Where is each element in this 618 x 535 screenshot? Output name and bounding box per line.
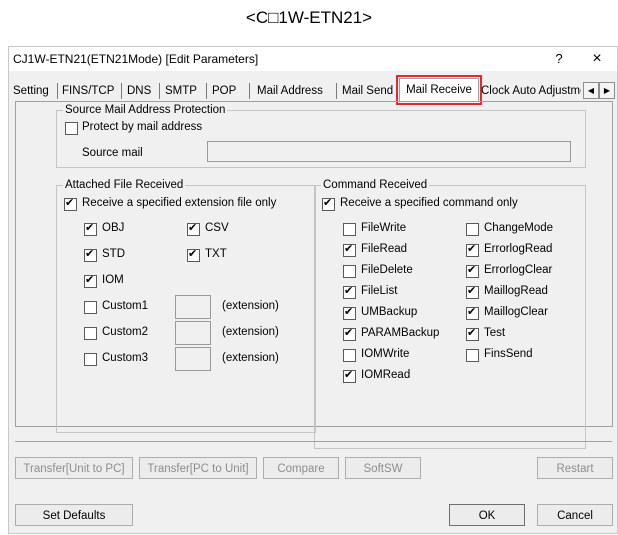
cmd-maillogclear-checkbox[interactable] xyxy=(466,305,479,320)
softsw-button[interactable]: SoftSW xyxy=(345,457,421,479)
cmd-filelist-checkbox[interactable] xyxy=(343,284,356,299)
extension-label: (extension) xyxy=(222,352,279,364)
cmd-errorlogread-checkbox[interactable] xyxy=(466,242,479,257)
help-button[interactable]: ? xyxy=(549,49,569,69)
cmd-iomwrite-label: IOMWrite xyxy=(361,348,410,360)
tab-setting[interactable]: Setting xyxy=(13,83,49,100)
tab-dns[interactable]: DNS xyxy=(127,83,151,100)
close-button[interactable]: × xyxy=(585,49,609,69)
tab-separator xyxy=(336,83,337,99)
cmd-finssend-label: FinsSend xyxy=(484,348,533,360)
ext-obj-checkbox[interactable] xyxy=(84,221,97,236)
ext-csv-checkbox[interactable] xyxy=(187,221,200,236)
tab-separator xyxy=(121,83,122,99)
tab-fins-tcp[interactable]: FINS/TCP xyxy=(62,83,114,100)
cmd-fileread-checkbox[interactable] xyxy=(343,242,356,257)
ext-std-checkbox[interactable] xyxy=(84,247,97,262)
set-defaults-button[interactable]: Set Defaults xyxy=(15,504,133,526)
cmd-changemode-checkbox[interactable] xyxy=(466,223,479,236)
window-title: CJ1W-ETN21(ETN21Mode) [Edit Parameters] xyxy=(13,52,259,66)
cmd-iomwrite-checkbox[interactable] xyxy=(343,349,356,362)
protect-by-mail-label: Protect by mail address xyxy=(82,121,203,133)
custom3-label: Custom3 xyxy=(102,352,149,364)
compare-button[interactable]: Compare xyxy=(263,457,339,479)
cmd-filewrite-checkbox[interactable] xyxy=(343,223,356,236)
title-bar: CJ1W-ETN21(ETN21Mode) [Edit Parameters] … xyxy=(9,47,617,71)
group-title: Command Received xyxy=(321,179,430,191)
cmd-parambackup-label: PARAMBackup xyxy=(361,327,440,339)
custom1-checkbox[interactable] xyxy=(84,301,97,314)
tab-mail-send[interactable]: Mail Send xyxy=(342,83,393,100)
cmd-errorlogclear-label: ErrorlogClear xyxy=(484,264,553,276)
tab-separator xyxy=(206,83,207,99)
tab-scroll-right-button[interactable]: ▶ xyxy=(599,82,615,99)
receive-command-only-checkbox[interactable] xyxy=(322,196,335,211)
cmd-fileread-label: FileRead xyxy=(361,243,408,255)
extension-label: (extension) xyxy=(222,300,279,312)
custom3-extension-field[interactable] xyxy=(175,347,211,371)
transfer-unit-to-pc-button[interactable]: Transfer[Unit to PC] xyxy=(15,457,133,479)
restart-button[interactable]: Restart xyxy=(537,457,613,479)
cmd-parambackup-checkbox[interactable] xyxy=(343,326,356,341)
cmd-errorlogread-label: ErrorlogRead xyxy=(484,243,553,255)
ext-txt-label: TXT xyxy=(205,248,227,260)
cmd-iomread-checkbox[interactable] xyxy=(343,368,356,383)
cmd-maillogclear-label: MaillogClear xyxy=(484,306,548,318)
ext-txt-checkbox[interactable] xyxy=(187,247,200,262)
tab-mail-address[interactable]: Mail Address xyxy=(257,83,323,100)
extension-label: (extension) xyxy=(222,326,279,338)
tab-separator xyxy=(57,83,58,99)
receive-command-only-label: Receive a specified command only xyxy=(340,197,518,209)
custom1-extension-field[interactable] xyxy=(175,295,211,319)
protect-by-mail-checkbox[interactable] xyxy=(65,122,78,135)
tab-scroll-left-button[interactable]: ◀ xyxy=(583,82,599,99)
custom2-label: Custom2 xyxy=(102,326,149,338)
ext-iom-checkbox[interactable] xyxy=(84,273,97,288)
edit-parameters-dialog: CJ1W-ETN21(ETN21Mode) [Edit Parameters] … xyxy=(8,46,618,534)
cmd-umbackup-label: UMBackup xyxy=(361,306,418,318)
ext-iom-label: IOM xyxy=(102,274,124,286)
receive-extension-only-label: Receive a specified extension file only xyxy=(82,197,277,209)
group-title: Attached File Received xyxy=(63,179,186,191)
cancel-button[interactable]: Cancel xyxy=(537,504,613,526)
cmd-finssend-checkbox[interactable] xyxy=(466,349,479,362)
tab-panel: Source Mail Address Protection Protect b… xyxy=(15,101,613,449)
cmd-test-checkbox[interactable] xyxy=(466,326,479,341)
tab-clock-auto-adjustment[interactable]: Clock Auto Adjustme xyxy=(481,83,581,100)
cmd-errorlogclear-checkbox[interactable] xyxy=(466,263,479,278)
ext-csv-label: CSV xyxy=(205,222,229,234)
divider xyxy=(15,441,612,442)
cmd-iomread-label: IOMRead xyxy=(361,369,411,381)
cmd-test-label: Test xyxy=(484,327,506,339)
tab-smtp[interactable]: SMTP xyxy=(165,83,197,100)
custom2-extension-field[interactable] xyxy=(175,321,211,345)
source-mail-label: Source mail xyxy=(82,147,143,159)
tab-pop[interactable]: POP xyxy=(212,83,236,100)
source-mail-field[interactable] xyxy=(207,141,571,162)
figure-caption: <C□1W-ETN21> xyxy=(245,8,373,27)
custom3-checkbox[interactable] xyxy=(84,353,97,366)
cmd-filedelete-label: FileDelete xyxy=(361,264,413,276)
tab-separator xyxy=(249,83,250,99)
ok-button[interactable]: OK xyxy=(449,504,525,526)
cmd-filedelete-checkbox[interactable] xyxy=(343,265,356,278)
ext-obj-label: OBJ xyxy=(102,222,125,234)
custom2-checkbox[interactable] xyxy=(84,327,97,340)
ext-std-label: STD xyxy=(102,248,125,260)
cmd-changemode-label: ChangeMode xyxy=(484,222,554,234)
cmd-umbackup-checkbox[interactable] xyxy=(343,305,356,320)
custom1-label: Custom1 xyxy=(102,300,149,312)
cmd-maillogread-label: MaillogRead xyxy=(484,285,548,297)
cmd-filelist-label: FileList xyxy=(361,285,398,297)
group-title: Source Mail Address Protection xyxy=(63,104,228,116)
receive-extension-only-checkbox[interactable] xyxy=(64,196,77,211)
transfer-pc-to-unit-button[interactable]: Transfer[PC to Unit] xyxy=(139,457,257,479)
cmd-maillogread-checkbox[interactable] xyxy=(466,284,479,299)
tab-separator xyxy=(159,83,160,99)
cmd-filewrite-label: FileWrite xyxy=(361,222,407,234)
